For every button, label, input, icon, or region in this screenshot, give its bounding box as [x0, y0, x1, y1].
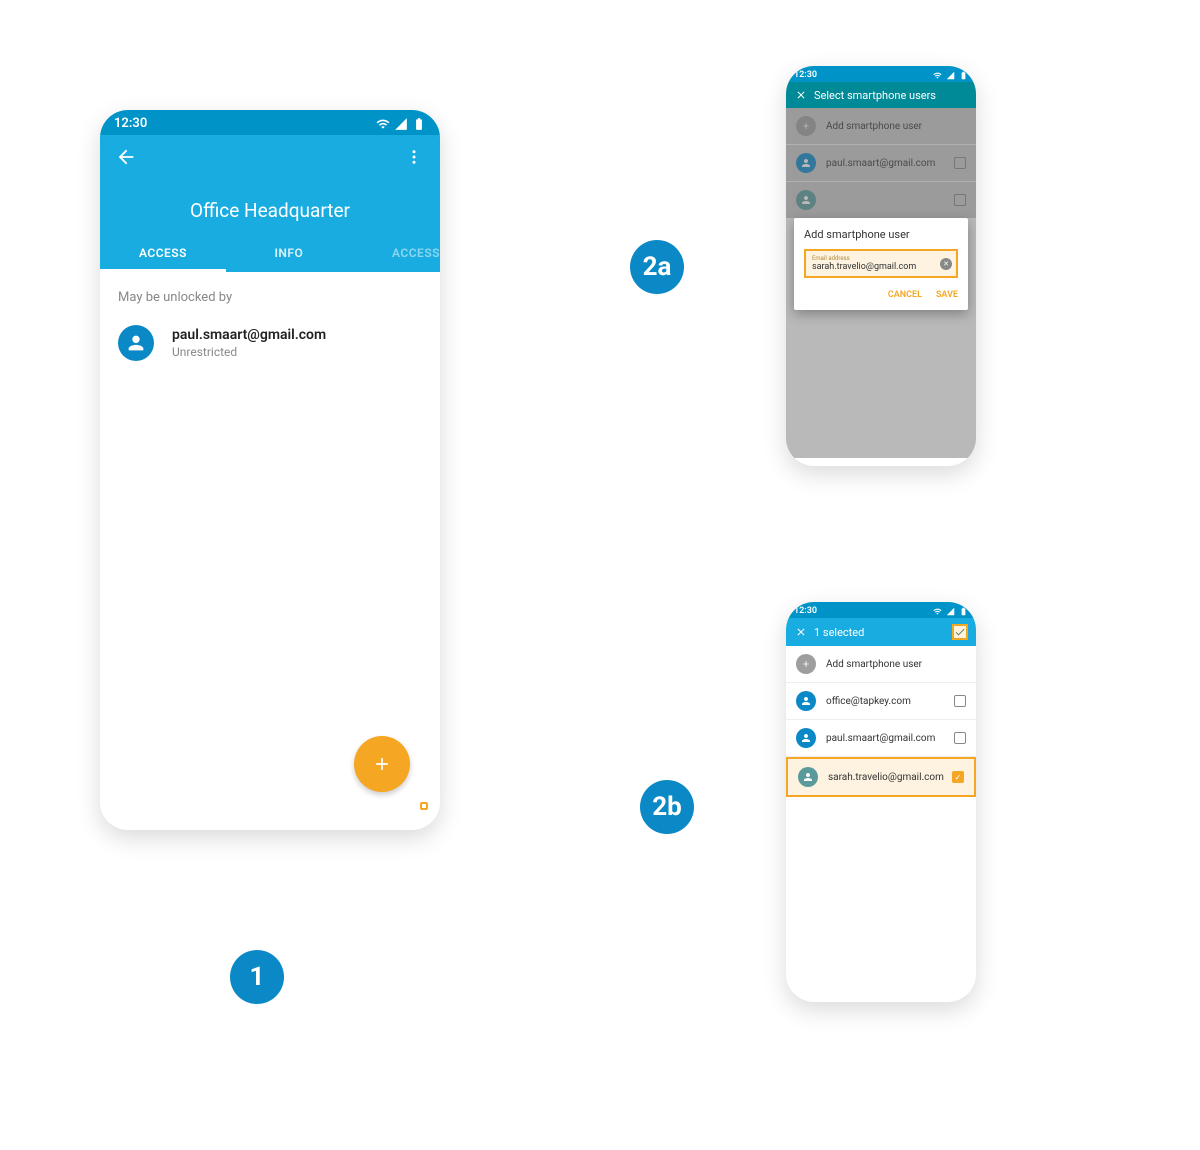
status-icons: [376, 117, 426, 131]
user-email: paul.smaart@gmail.com: [826, 733, 954, 744]
tab-access[interactable]: ACCESS: [100, 234, 226, 272]
signal-icon: [394, 117, 408, 131]
user-email: office@tapkey.com: [826, 696, 954, 707]
phone-screen-2b: 12:30 1 selected Add smartphone user: [786, 602, 976, 1002]
user-list-item[interactable]: paul.smaart@gmail.com: [786, 720, 976, 757]
close-button[interactable]: [794, 88, 808, 102]
step-badge-2a: 2a: [630, 240, 684, 294]
phone-screen-1: 12:30 Office Headquarter ACCESS INFO ACC…: [100, 110, 440, 830]
battery-icon: [959, 607, 968, 616]
user-email: sarah.travelio@gmail.com: [828, 772, 952, 783]
wifi-icon: [376, 117, 390, 131]
status-bar: 12:30: [786, 66, 976, 82]
person-icon: [118, 325, 154, 361]
check-icon: [954, 626, 966, 638]
dialog-title: Add smartphone user: [804, 228, 958, 241]
status-bar: 12:30: [786, 602, 976, 618]
email-input-value: sarah.travelio@gmail.com: [812, 262, 950, 272]
user-checkbox[interactable]: [954, 695, 966, 707]
app-bar: Office Headquarter ACCESS INFO ACCESS: [100, 135, 440, 272]
phone-screen-2a: 12:30 Select smartphone users Add smartp…: [786, 66, 976, 466]
user-row[interactable]: paul.smaart@gmail.com Unrestricted: [100, 315, 440, 371]
add-fab[interactable]: [354, 736, 410, 792]
add-user-row[interactable]: Add smartphone user: [786, 646, 976, 683]
tab-access-2[interactable]: ACCESS: [352, 234, 440, 272]
battery-icon: [959, 71, 968, 80]
app-bar-title: Select smartphone users: [808, 89, 968, 102]
selection-count: 1 selected: [808, 626, 952, 639]
user-restriction: Unrestricted: [172, 345, 326, 359]
person-icon: [796, 691, 816, 711]
app-bar: 1 selected: [786, 618, 976, 646]
status-icons: [933, 607, 968, 616]
status-time: 12:30: [114, 116, 147, 131]
tab-info[interactable]: INFO: [226, 234, 352, 272]
wifi-icon: [933, 607, 942, 616]
plus-circle-icon: [796, 654, 816, 674]
battery-icon: [412, 117, 426, 131]
email-input-label: Email address: [812, 255, 950, 262]
section-label: May be unlocked by: [100, 272, 440, 315]
clear-input-icon[interactable]: [940, 258, 952, 270]
user-checkbox[interactable]: [952, 771, 964, 783]
person-icon: [796, 728, 816, 748]
user-email: paul.smaart@gmail.com: [172, 327, 326, 343]
page-title: Office Headquarter: [100, 179, 440, 234]
signal-icon: [946, 607, 955, 616]
add-user-label: Add smartphone user: [826, 659, 966, 670]
person-icon: [798, 767, 818, 787]
signal-icon: [946, 71, 955, 80]
wifi-icon: [933, 71, 942, 80]
back-button[interactable]: [114, 145, 138, 169]
status-time: 12:30: [794, 70, 817, 80]
app-bar: Select smartphone users: [786, 82, 976, 108]
step-badge-1: 1: [230, 950, 284, 1004]
plus-icon: [372, 754, 392, 774]
user-list-item[interactable]: office@tapkey.com: [786, 683, 976, 720]
step-badge-2b: 2b: [640, 780, 694, 834]
overflow-menu-icon[interactable]: [402, 145, 426, 169]
save-button[interactable]: SAVE: [936, 290, 958, 300]
cancel-button[interactable]: CANCEL: [888, 290, 922, 300]
status-icons: [933, 71, 968, 80]
close-button[interactable]: [794, 625, 808, 639]
confirm-button[interactable]: [952, 624, 968, 640]
status-bar: 12:30: [100, 110, 440, 135]
status-time: 12:30: [794, 606, 817, 616]
tabs: ACCESS INFO ACCESS: [100, 234, 440, 272]
user-list-item-selected[interactable]: sarah.travelio@gmail.com: [786, 757, 976, 797]
add-user-dialog: Add smartphone user Email address sarah.…: [794, 218, 968, 310]
email-field[interactable]: Email address sarah.travelio@gmail.com: [804, 249, 958, 278]
user-checkbox[interactable]: [954, 732, 966, 744]
